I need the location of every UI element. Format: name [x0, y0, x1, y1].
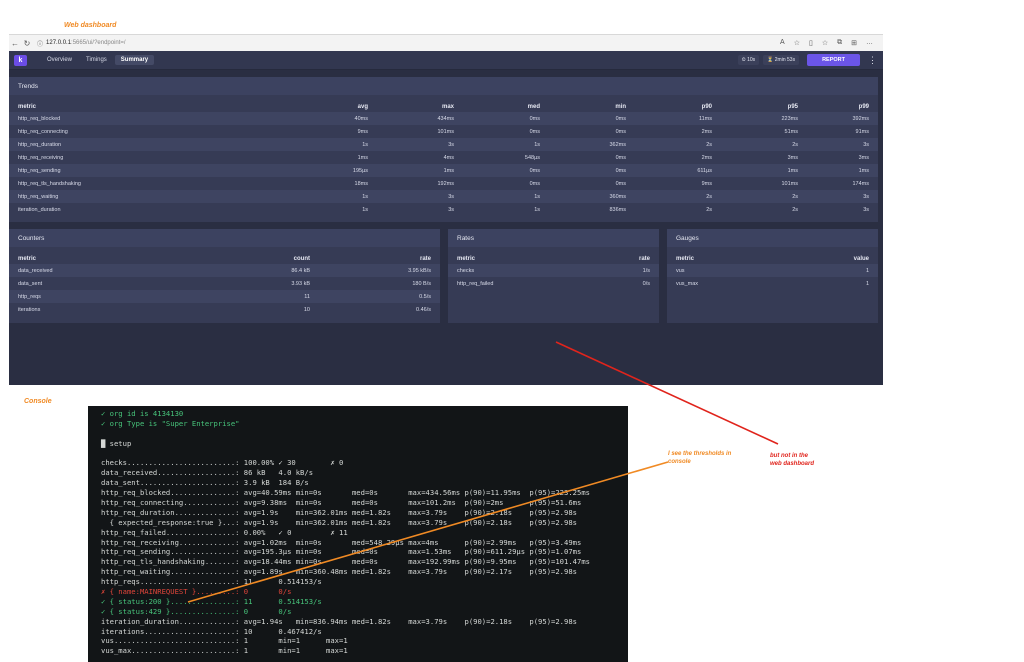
annotation-arrows — [187, 341, 779, 603]
orange-arrow-line — [187, 461, 669, 603]
red-arrow-line — [555, 341, 779, 445]
